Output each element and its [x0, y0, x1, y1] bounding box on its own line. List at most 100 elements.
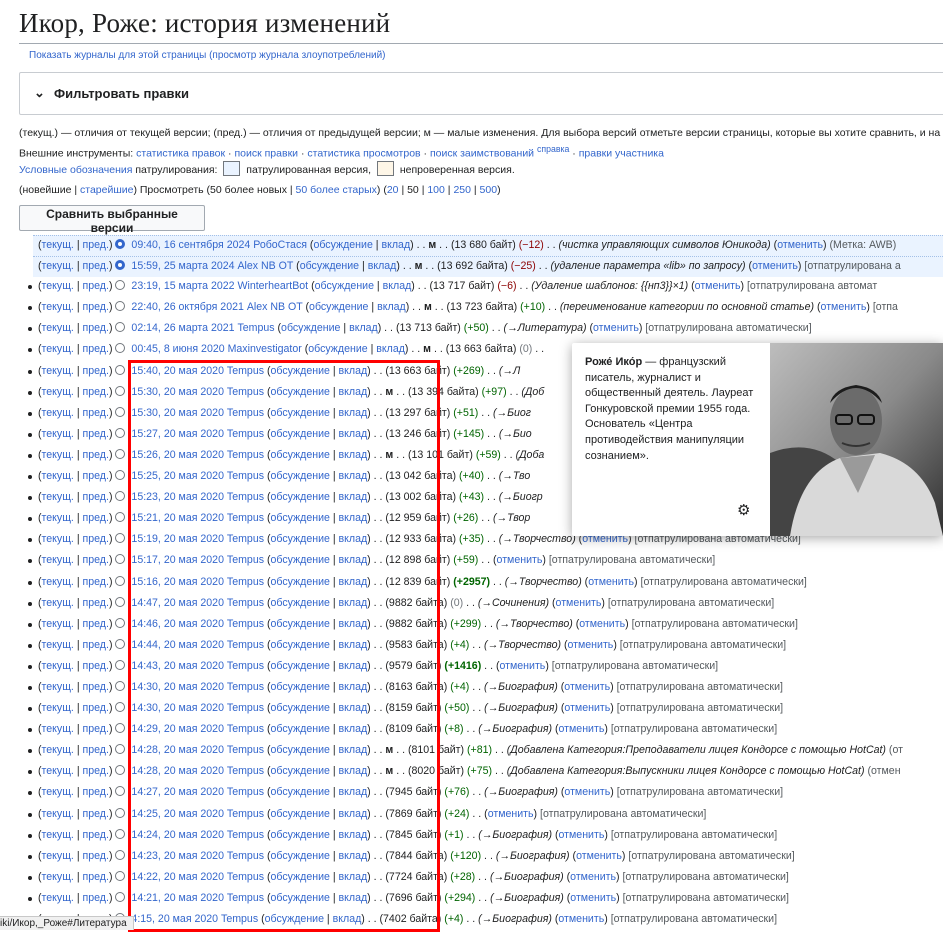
user-contribs-link[interactable]: вклад	[339, 554, 368, 566]
user-contribs-link[interactable]: вклад	[349, 322, 378, 334]
cur-link[interactable]: текущ.	[42, 449, 74, 461]
user-talk-link[interactable]: обсуждение	[271, 850, 330, 862]
user-talk-link[interactable]: обсуждение	[313, 239, 372, 251]
user-contribs-link[interactable]: вклад	[339, 850, 368, 862]
revision-date-link[interactable]: 15:16, 20 мая 2020	[131, 576, 224, 588]
cur-link[interactable]: текущ.	[42, 576, 74, 588]
compare-radio[interactable]	[115, 470, 126, 481]
user-contribs-link[interactable]: вклад	[339, 723, 368, 735]
user-contribs-link[interactable]: вклад	[383, 280, 412, 292]
user-link[interactable]: Alex NB OT	[237, 260, 293, 272]
undo-link[interactable]: отменить	[777, 239, 823, 251]
revision-date-link[interactable]: 14:30, 20 мая 2020	[131, 702, 224, 714]
undo-link[interactable]: отменить	[567, 639, 613, 651]
user-link[interactable]: Tempus	[227, 744, 264, 756]
filter-panel[interactable]: ⌄ Фильтровать правки	[19, 72, 943, 115]
compare-radio[interactable]	[115, 554, 126, 565]
cur-link[interactable]: текущ.	[42, 343, 74, 355]
user-contribs-link[interactable]: вклад	[339, 744, 368, 756]
compare-radio[interactable]	[115, 849, 126, 860]
cur-link[interactable]: текущ.	[42, 239, 74, 251]
user-talk-link[interactable]: обсуждение	[271, 597, 330, 609]
prev-link[interactable]: пред.	[83, 512, 109, 524]
revision-date-link[interactable]: 14:23, 20 мая 2020	[131, 850, 224, 862]
user-talk-link[interactable]: обсуждение	[271, 829, 330, 841]
prev-link[interactable]: пред.	[83, 239, 109, 251]
tool-link-edit-stats[interactable]: статистика правок	[136, 148, 225, 160]
prev-link[interactable]: пред.	[83, 850, 109, 862]
user-contribs-link[interactable]: вклад	[368, 260, 397, 272]
limit-100-link[interactable]: 100	[427, 184, 445, 196]
oldest-link[interactable]: старейшие	[80, 184, 133, 196]
user-link[interactable]: Maxinvestigator	[228, 343, 302, 355]
user-link[interactable]: Tempus	[227, 407, 264, 419]
user-link[interactable]: Tempus	[227, 702, 264, 714]
user-link[interactable]: Tempus	[227, 597, 264, 609]
user-talk-link[interactable]: обсуждение	[271, 576, 330, 588]
user-talk-link[interactable]: обсуждение	[281, 322, 340, 334]
user-link[interactable]: Tempus	[227, 554, 264, 566]
undo-link[interactable]: отменить	[564, 681, 610, 693]
user-talk-link[interactable]: обсуждение	[271, 765, 330, 777]
user-talk-link[interactable]: обсуждение	[271, 744, 330, 756]
revision-date-link[interactable]: 14:28, 20 мая 2020	[131, 765, 224, 777]
compare-radio[interactable]	[115, 322, 126, 333]
cur-link[interactable]: текущ.	[42, 808, 74, 820]
user-talk-link[interactable]: обсуждение	[271, 808, 330, 820]
compare-radio[interactable]	[115, 807, 126, 818]
user-talk-link[interactable]: обсуждение	[271, 618, 330, 630]
revision-date-link[interactable]: 00:45, 8 июня 2020	[131, 343, 224, 355]
revision-date-link[interactable]: 23:19, 15 марта 2022	[131, 280, 234, 292]
cur-link[interactable]: текущ.	[42, 365, 74, 377]
compare-radio[interactable]	[115, 702, 126, 713]
limit-20-link[interactable]: 20	[387, 184, 399, 196]
user-link[interactable]: Tempus	[227, 639, 264, 651]
user-link[interactable]: Tempus	[237, 322, 274, 334]
compare-versions-button[interactable]: Сравнить выбранные версии	[19, 205, 205, 235]
revision-date-link[interactable]: 14:25, 20 мая 2020	[131, 808, 224, 820]
cur-link[interactable]: текущ.	[42, 618, 74, 630]
cur-link[interactable]: текущ.	[42, 301, 74, 313]
user-link[interactable]: Tempus	[227, 871, 264, 883]
compare-radio[interactable]	[115, 533, 126, 544]
revision-date-link[interactable]: 14:46, 20 мая 2020	[131, 618, 224, 630]
prev-link[interactable]: пред.	[83, 829, 109, 841]
user-link[interactable]: Tempus	[227, 618, 264, 630]
older-link[interactable]: 50 более старых	[296, 184, 377, 196]
undo-link[interactable]: отменить	[576, 850, 622, 862]
revision-date-link[interactable]: 15:19, 20 мая 2020	[131, 533, 224, 545]
undo-link[interactable]: отменить	[752, 260, 798, 272]
user-talk-link[interactable]: обсуждение	[271, 871, 330, 883]
compare-radio[interactable]	[115, 828, 126, 839]
compare-radio[interactable]	[115, 364, 126, 375]
user-contribs-link[interactable]: вклад	[339, 512, 368, 524]
user-contribs-link[interactable]: вклад	[339, 808, 368, 820]
user-link[interactable]: Tempus	[227, 786, 264, 798]
compare-radio[interactable]	[115, 617, 126, 628]
undo-link[interactable]: отменить	[695, 280, 741, 292]
user-contribs-link[interactable]: вклад	[339, 428, 368, 440]
user-link[interactable]: Tempus	[227, 386, 264, 398]
prev-link[interactable]: пред.	[83, 786, 109, 798]
compare-radio[interactable]	[115, 427, 126, 438]
user-talk-link[interactable]: обсуждение	[271, 892, 330, 904]
revision-date-link[interactable]: 15:40, 20 мая 2020	[131, 365, 224, 377]
cur-link[interactable]: текущ.	[42, 850, 74, 862]
undo-link[interactable]: отменить	[821, 301, 867, 313]
compare-radio[interactable]	[115, 786, 126, 797]
user-talk-link[interactable]: обсуждение	[271, 428, 330, 440]
prev-link[interactable]: пред.	[83, 491, 109, 503]
prev-link[interactable]: пред.	[83, 322, 109, 334]
compare-radio[interactable]	[115, 448, 126, 459]
undo-link[interactable]: отменить	[559, 829, 605, 841]
prev-link[interactable]: пред.	[83, 343, 109, 355]
user-talk-link[interactable]: обсуждение	[300, 260, 359, 272]
user-talk-link[interactable]: обсуждение	[271, 386, 330, 398]
user-link[interactable]: Tempus	[227, 491, 264, 503]
cur-link[interactable]: текущ.	[42, 428, 74, 440]
prev-link[interactable]: пред.	[83, 744, 109, 756]
cur-link[interactable]: текущ.	[42, 470, 74, 482]
patrol-legend-link[interactable]: Условные обозначения	[19, 164, 132, 176]
prev-link[interactable]: пред.	[83, 554, 109, 566]
user-talk-link[interactable]: обсуждение	[271, 786, 330, 798]
